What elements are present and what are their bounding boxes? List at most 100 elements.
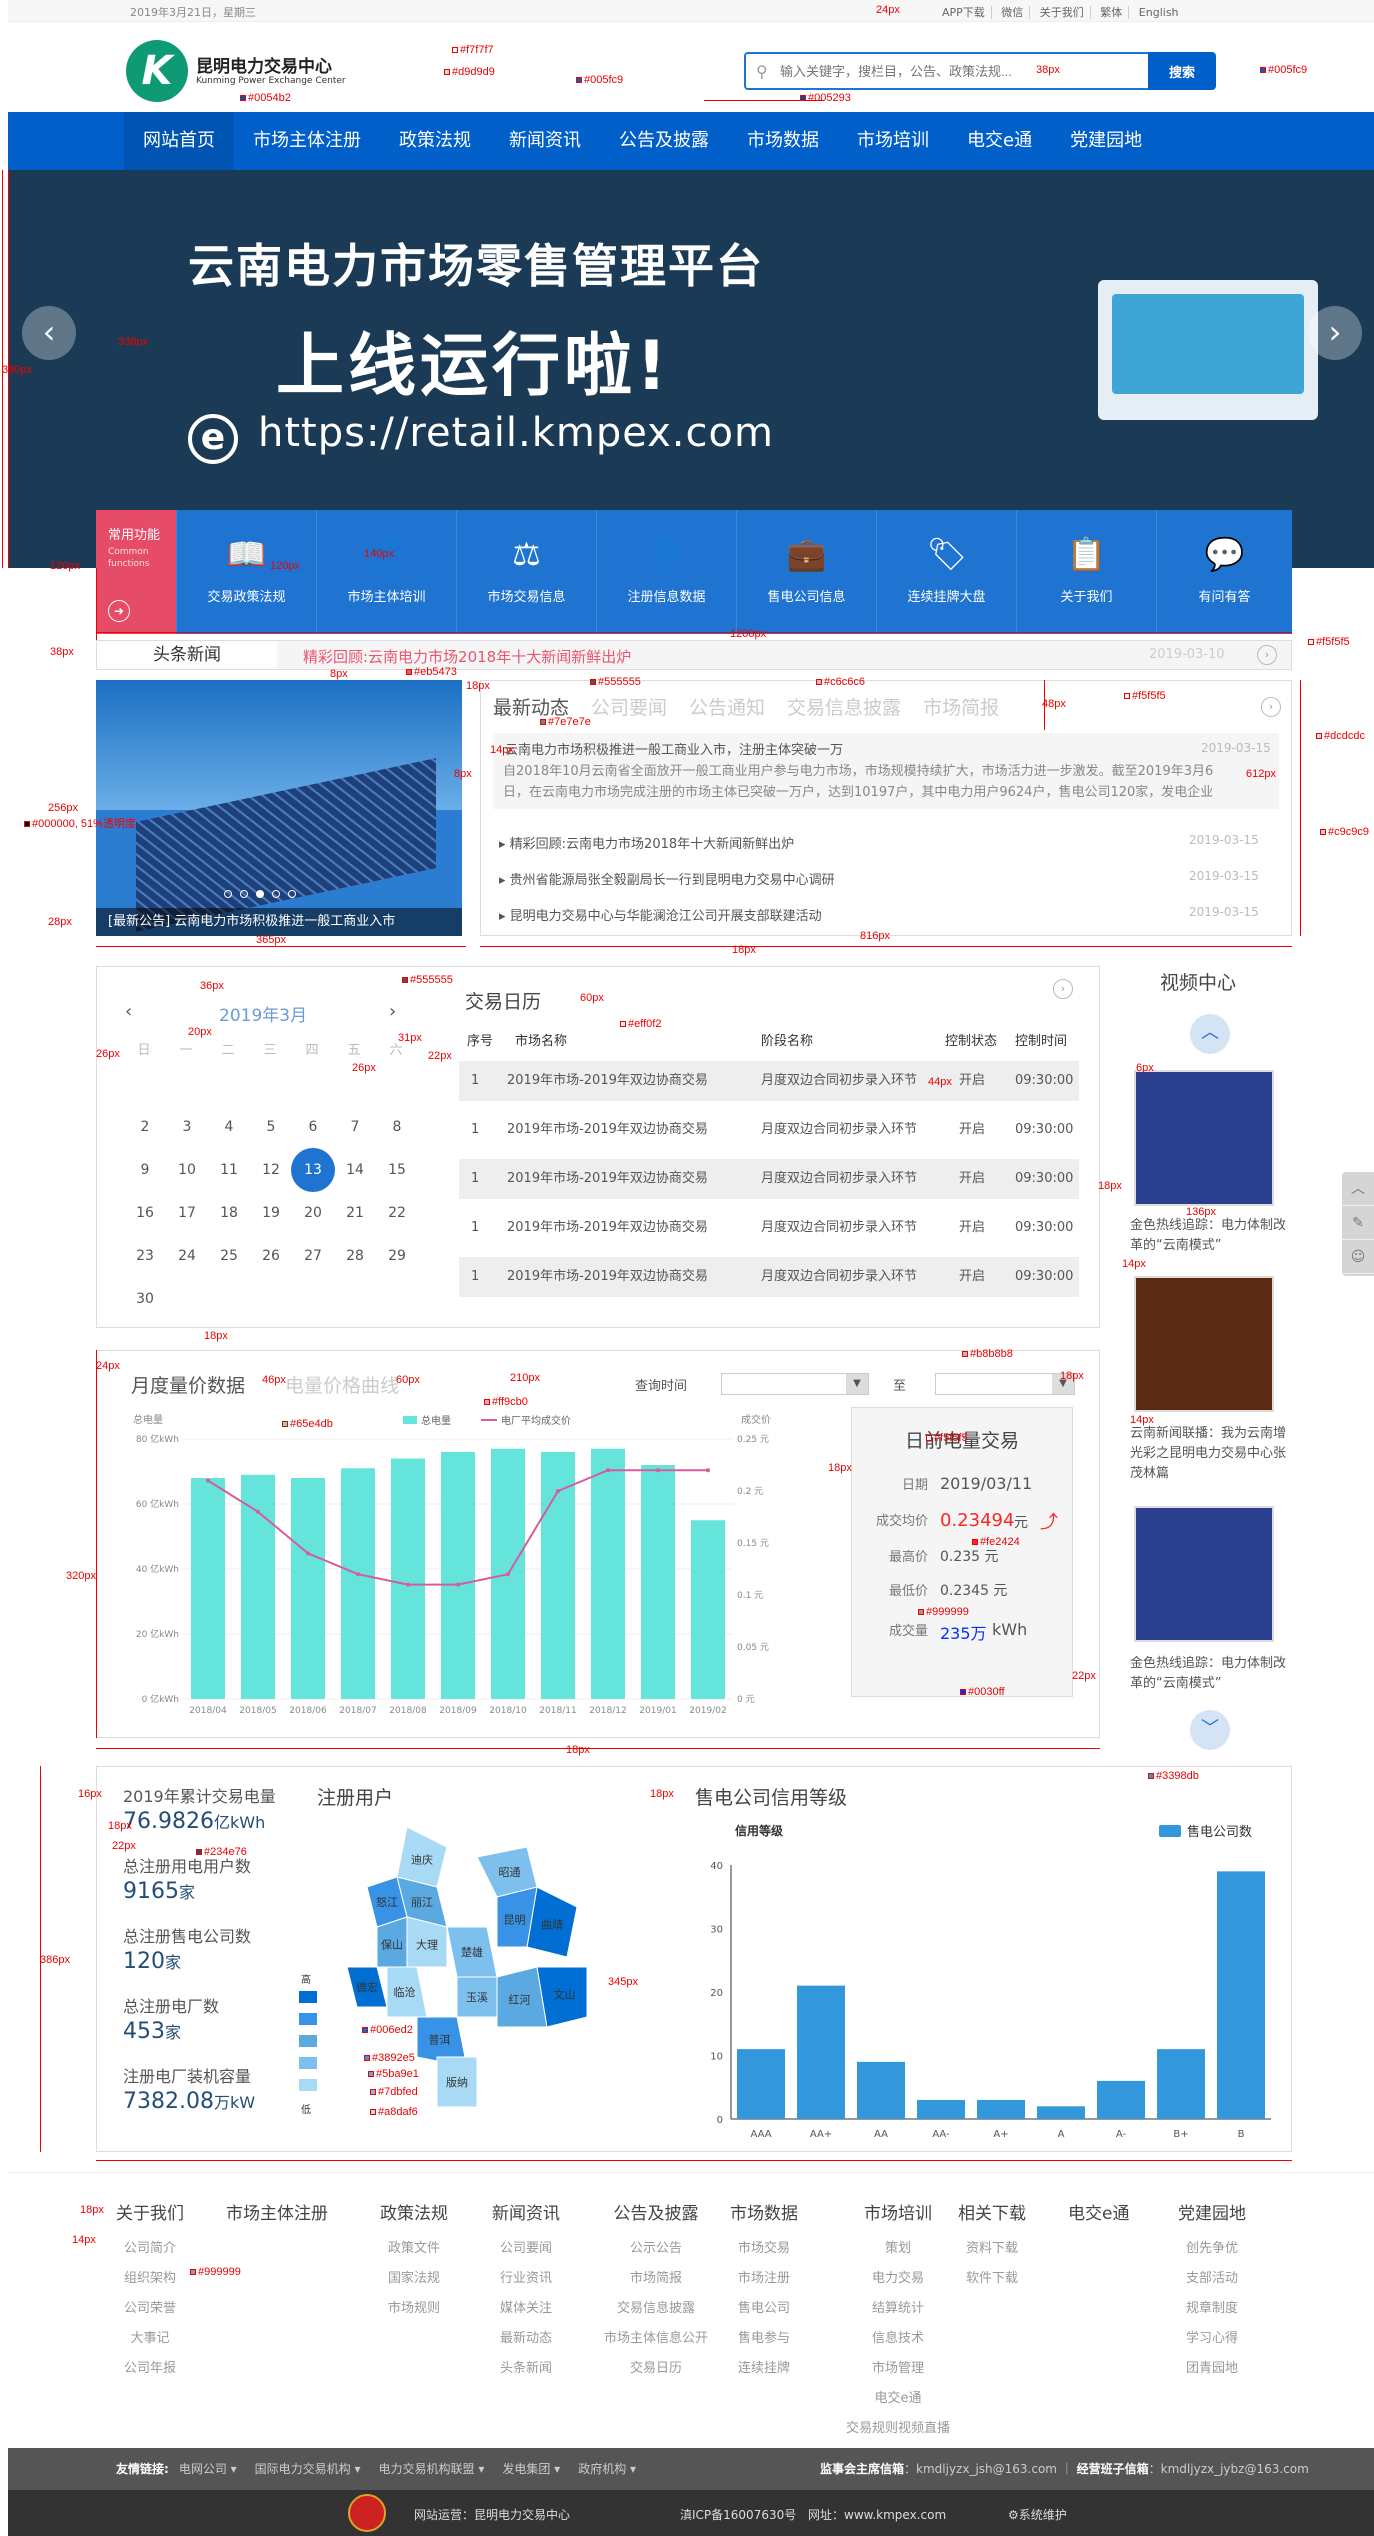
- footer-link[interactable]: 政策文件: [380, 2234, 448, 2264]
- function-registration[interactable]: 👤 注册信息数据: [596, 510, 736, 634]
- footer-heading[interactable]: 公告及披露: [604, 2199, 708, 2224]
- footer-link[interactable]: 行业资讯: [492, 2264, 560, 2294]
- table-row[interactable]: 1 2019年市场-2019年双边协商交易 月度双边合同初步录入环节 开启 09:30:…: [459, 1110, 1079, 1150]
- calendar-more-icon[interactable]: ›: [1053, 979, 1073, 999]
- calendar-day[interactable]: 23: [127, 1238, 163, 1274]
- footer-link[interactable]: 公司简介: [116, 2234, 184, 2264]
- tab-monthly-data[interactable]: 月度量价数据: [131, 1375, 245, 1397]
- footer-link[interactable]: 电力交易: [846, 2264, 950, 2294]
- footer-link[interactable]: 市场简报: [604, 2264, 708, 2294]
- footer-heading[interactable]: 市场主体注册: [226, 2199, 328, 2224]
- footer-heading[interactable]: 市场数据: [730, 2199, 798, 2224]
- calendar-day[interactable]: 26: [253, 1238, 289, 1274]
- friend-link[interactable]: 发电集团 ▾: [502, 2462, 560, 2476]
- calendar-day[interactable]: 3: [169, 1109, 205, 1145]
- footer-link[interactable]: 头条新闻: [492, 2354, 560, 2384]
- calendar-day[interactable]: 28: [337, 1238, 373, 1274]
- function-listing[interactable]: 🏷 连续挂牌大盘: [876, 510, 1016, 634]
- calendar-day[interactable]: 29: [379, 1238, 415, 1274]
- footer-link[interactable]: 市场规则: [380, 2294, 448, 2324]
- table-row[interactable]: 1 2019年市场-2019年双边协商交易 月度双边合同初步录入环节 开启 09:30:…: [459, 1257, 1079, 1297]
- friend-link[interactable]: 电力交易机构联盟 ▾: [379, 2462, 485, 2476]
- news-carousel[interactable]: [最新公告] 云南电力市场积极推进一般工商业入市: [96, 680, 462, 936]
- calendar-day[interactable]: 9: [127, 1152, 163, 1188]
- chevron-up-icon[interactable]: ︿: [1190, 1014, 1230, 1054]
- calendar-day[interactable]: 15: [379, 1152, 415, 1188]
- video-caption[interactable]: 云南新闻联播：我为云南增光彩之昆明电力交易中心张茂林篇: [1130, 1424, 1290, 1484]
- footer-heading[interactable]: 关于我们: [116, 2199, 184, 2224]
- footer-heading[interactable]: 市场培训: [846, 2199, 950, 2224]
- top-link-traditional[interactable]: 繁体: [1094, 6, 1130, 19]
- calendar-day[interactable]: 2: [127, 1109, 163, 1145]
- nav-policy[interactable]: 政策法规: [380, 112, 490, 170]
- wechat-icon[interactable]: ☺: [1342, 1240, 1374, 1274]
- footer-link[interactable]: 最新动态: [492, 2324, 560, 2354]
- calendar-day[interactable]: 27: [295, 1238, 331, 1274]
- video-thumbnail[interactable]: [1134, 1070, 1274, 1206]
- footer-link[interactable]: 资料下载: [958, 2234, 1026, 2264]
- end-date-select[interactable]: ▼: [935, 1373, 1075, 1395]
- function-retail-company[interactable]: 💼 售电公司信息: [736, 510, 876, 634]
- calendar-next-icon[interactable]: ›: [389, 1001, 396, 1022]
- footer-link[interactable]: 软件下载: [958, 2264, 1026, 2294]
- calendar-day[interactable]: 5: [253, 1109, 289, 1145]
- banner-next-arrow-icon[interactable]: ›: [1308, 306, 1362, 360]
- nav-etong[interactable]: 电交e通: [948, 112, 1051, 170]
- friend-link[interactable]: 政府机构 ▾: [578, 2462, 636, 2476]
- friend-link[interactable]: 电网公司 ▾: [179, 2462, 237, 2476]
- table-row[interactable]: 1 2019年市场-2019年双边协商交易 月度双边合同初步录入环节 开启 09:30:…: [459, 1208, 1079, 1248]
- footer-link[interactable]: 电交e通: [846, 2384, 950, 2414]
- footer-link[interactable]: 团青园地: [1178, 2354, 1246, 2384]
- video-thumbnail[interactable]: [1134, 1276, 1274, 1412]
- function-about[interactable]: 📋 关于我们: [1016, 510, 1156, 634]
- arrow-right-icon[interactable]: ➜: [108, 600, 130, 622]
- footer-link[interactable]: 交易规则视频直播: [846, 2414, 950, 2444]
- footer-link[interactable]: 创先争优: [1178, 2234, 1246, 2264]
- logo-title[interactable]: 昆明电力交易中心: [196, 52, 332, 77]
- news-item[interactable]: ▸ 昆明电力交易中心与华能澜沧江公司开展支部联建活动 2019-03-15: [499, 905, 1279, 924]
- news-image-caption[interactable]: [最新公告] 云南电力市场积极推进一般工商业入市: [96, 908, 462, 936]
- footer-link[interactable]: 公司年报: [116, 2354, 184, 2384]
- ticker-headline[interactable]: 精彩回顾:云南电力市场2018年十大新闻新鲜出炉: [303, 646, 631, 667]
- footer-heading[interactable]: 电交e通: [1068, 2199, 1129, 2224]
- featured-news[interactable]: 云南电力市场积极推进一般工商业入市，注册主体突破一万 2019-03-15 自2…: [493, 733, 1279, 809]
- top-link-app[interactable]: APP下载: [936, 6, 992, 19]
- footer-link[interactable]: 市场交易: [730, 2234, 798, 2264]
- footer-link[interactable]: 媒体关注: [492, 2294, 560, 2324]
- search-input[interactable]: [780, 60, 1080, 82]
- footer-link[interactable]: 信息技术: [846, 2324, 950, 2354]
- nav-news[interactable]: 新闻资讯: [490, 112, 600, 170]
- calendar-day[interactable]: 6: [295, 1109, 331, 1145]
- video-thumbnail[interactable]: [1134, 1506, 1274, 1642]
- start-date-select[interactable]: ▼: [721, 1373, 869, 1395]
- footer-heading[interactable]: 新闻资讯: [492, 2199, 560, 2224]
- tab-notices[interactable]: 公告通知: [689, 697, 765, 719]
- news-more-icon[interactable]: ›: [1261, 697, 1281, 717]
- footer-link[interactable]: 公司要闻: [492, 2234, 560, 2264]
- icp-number[interactable]: 滇ICP备16007630号: [680, 2506, 796, 2523]
- footer-link[interactable]: 市场管理: [846, 2354, 950, 2384]
- function-qa[interactable]: 💬 有问有答: [1156, 510, 1292, 634]
- friend-link[interactable]: 国际电力交易机构 ▾: [255, 2462, 361, 2476]
- calendar-day[interactable]: 30: [127, 1281, 163, 1317]
- footer-link[interactable]: 售电参与: [730, 2324, 798, 2354]
- calendar-day[interactable]: 4: [211, 1109, 247, 1145]
- calendar-day[interactable]: 13: [291, 1148, 335, 1192]
- calendar-day[interactable]: 19: [253, 1195, 289, 1231]
- chevron-down-icon[interactable]: ﹀: [1190, 1710, 1230, 1750]
- footer-link[interactable]: 结算统计: [846, 2294, 950, 2324]
- system-maintenance[interactable]: ⚙系统维护: [1008, 2506, 1067, 2523]
- feedback-icon[interactable]: ✎: [1342, 1206, 1374, 1240]
- nav-disclosure[interactable]: 公告及披露: [600, 112, 728, 170]
- table-row[interactable]: 1 2019年市场-2019年双边协商交易 月度双边合同初步录入环节 开启 09:30:…: [459, 1159, 1079, 1199]
- calendar-day[interactable]: 10: [169, 1152, 205, 1188]
- footer-link[interactable]: 市场注册: [730, 2264, 798, 2294]
- nav-market-data[interactable]: 市场数据: [728, 112, 838, 170]
- nav-home[interactable]: 网站首页: [124, 112, 234, 170]
- calendar-day[interactable]: 22: [379, 1195, 415, 1231]
- calendar-day[interactable]: 21: [337, 1195, 373, 1231]
- tab-company-news[interactable]: 公司要闻: [591, 697, 667, 719]
- footer-link[interactable]: 公示公告: [604, 2234, 708, 2264]
- function-trade-info[interactable]: ⚖ 市场交易信息: [456, 510, 596, 634]
- table-row[interactable]: 1 2019年市场-2019年双边协商交易 月度双边合同初步录入环节 开启 09:30:…: [459, 1061, 1079, 1101]
